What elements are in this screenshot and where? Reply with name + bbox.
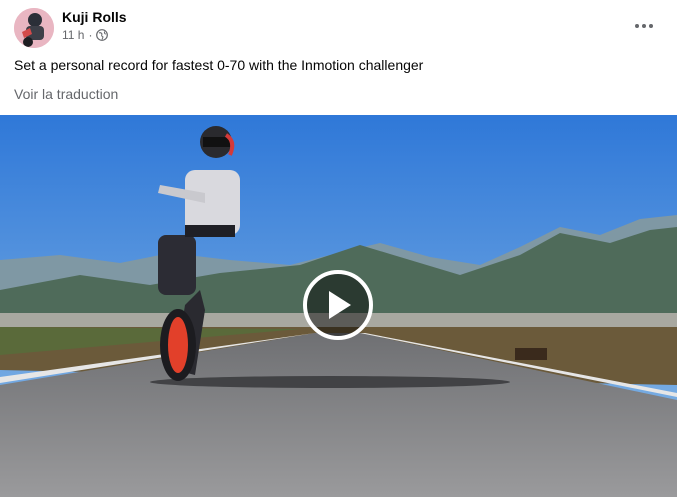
more-options-icon xyxy=(635,24,639,28)
play-button[interactable] xyxy=(303,270,373,340)
avatar[interactable] xyxy=(14,8,54,48)
author-name[interactable]: Kuji Rolls xyxy=(62,9,127,25)
post-text: Set a personal record for fastest 0-70 w… xyxy=(14,57,424,73)
globe-icon xyxy=(96,29,109,41)
play-icon xyxy=(329,291,351,319)
video-player[interactable] xyxy=(0,115,677,497)
post-meta: 11 h · xyxy=(62,28,109,42)
meta-separator: · xyxy=(88,28,93,42)
post-header: Kuji Rolls 11 h · xyxy=(0,0,677,50)
post-time[interactable]: 11 h xyxy=(62,28,84,42)
more-options-button[interactable] xyxy=(630,12,658,40)
translate-link[interactable]: Voir la traduction xyxy=(14,86,118,102)
